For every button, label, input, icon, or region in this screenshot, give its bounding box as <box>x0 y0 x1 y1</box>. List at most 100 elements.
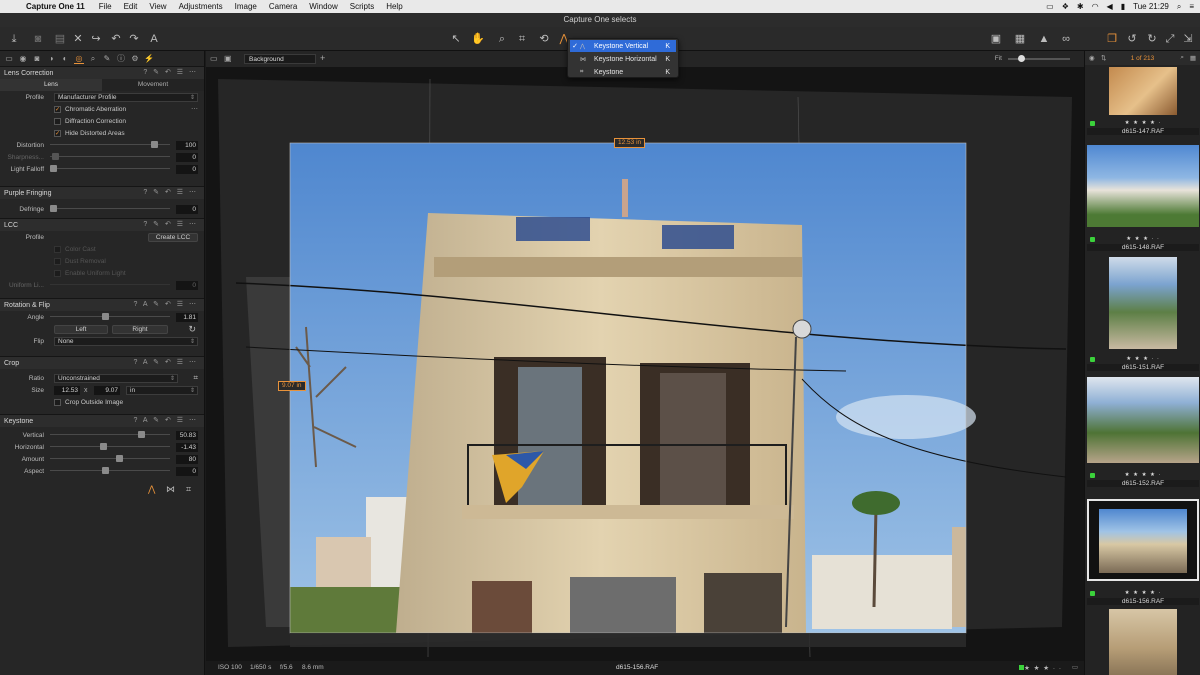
section-controls-icon[interactable]: ? ✎ ↶ ☰ ⋯ <box>143 220 198 228</box>
section-controls-icon[interactable]: ? ✎ ↶ ☰ ⋯ <box>143 68 198 76</box>
lens-correction-header[interactable]: Lens Correction ? ✎ ↶ ☰ ⋯ <box>0 67 204 79</box>
falloff-value[interactable]: 0 <box>176 164 198 174</box>
uniform-value[interactable]: 0 <box>176 280 198 290</box>
eye-icon[interactable]: ◉ <box>1089 54 1095 62</box>
crop-height-input[interactable]: 9.07 <box>94 385 120 395</box>
angle-slider[interactable] <box>50 313 170 320</box>
slider-knob[interactable] <box>138 431 145 438</box>
menu-scripts[interactable]: Scripts <box>344 2 380 11</box>
crop-ratio-icon[interactable]: ⌗ <box>193 373 198 383</box>
section-controls-icon[interactable]: ? ✎ ↶ ☰ ⋯ <box>143 188 198 196</box>
volume-icon[interactable]: ◀ <box>1107 2 1113 11</box>
tab-color-icon[interactable]: ◐ <box>60 54 70 64</box>
rotate-tool-icon[interactable]: ⟲ <box>536 31 552 47</box>
falloff-slider[interactable] <box>50 165 170 172</box>
purple-fringing-header[interactable]: Purple Fringing ? ✎ ↶ ☰ ⋯ <box>0 187 204 199</box>
screen-icon[interactable]: ▭ <box>1046 2 1054 11</box>
thumbnail-item[interactable]: ★ ★ ★ ★ · d615-156.RAF <box>1087 589 1199 675</box>
color-cast-checkbox[interactable]: Color Cast <box>54 245 96 253</box>
crop-header[interactable]: Crop ? A ✎ ↶ ☰ ⋯ <box>0 357 204 369</box>
thumbnail-item[interactable]: ★ ★ ★ · · d615-151.RAF <box>1087 257 1199 371</box>
battery-icon[interactable]: ▮ <box>1121 2 1125 11</box>
aspect-slider[interactable] <box>50 467 170 474</box>
proof-icon[interactable]: ∞ <box>1058 31 1074 47</box>
bluetooth-icon[interactable]: ✱ <box>1077 2 1084 11</box>
amount-value[interactable]: 80 <box>176 454 198 464</box>
create-lcc-button[interactable]: Create LCC <box>148 232 198 242</box>
menu-file[interactable]: File <box>93 2 118 11</box>
browser-search-icon[interactable]: ⌕ <box>1180 54 1184 62</box>
undo-icon[interactable]: ↶ <box>108 31 124 47</box>
zoom-slider[interactable] <box>1008 55 1070 62</box>
camera-icon[interactable]: ◙ <box>30 31 46 47</box>
horizontal-slider[interactable] <box>50 443 170 450</box>
exposure-warning-icon[interactable]: ▲ <box>1036 31 1052 47</box>
section-controls-icon[interactable]: ? A ✎ ↶ ☰ ⋯ <box>133 300 198 308</box>
lcc-header[interactable]: LCC ? ✎ ↶ ☰ ⋯ <box>0 219 204 231</box>
section-controls-icon[interactable]: ? A ✎ ↶ ☰ ⋯ <box>133 358 198 366</box>
thumbnail-item-selected[interactable] <box>1087 499 1199 581</box>
menu-view[interactable]: View <box>143 2 172 11</box>
horizontal-value[interactable]: -1.43 <box>176 442 198 452</box>
profile-select[interactable]: Manufacturer Profile <box>54 92 198 102</box>
delete-icon[interactable]: ✕ <box>70 31 86 47</box>
thumbnail-item[interactable]: ★ ★ ★ ★ · d615-152.RAF <box>1087 377 1199 489</box>
redo-icon[interactable]: ↷ <box>126 31 142 47</box>
vertical-value[interactable]: 50.83 <box>176 430 198 440</box>
sort-icon[interactable]: ⇅ <box>1101 54 1106 62</box>
tab-exposure-icon[interactable]: ◑ <box>46 54 56 64</box>
tab-local-icon[interactable]: ✎ <box>102 54 112 64</box>
menu-edit[interactable]: Edit <box>118 2 144 11</box>
fullscreen-icon[interactable]: ▭ <box>1072 663 1078 671</box>
slider-knob[interactable] <box>102 467 109 474</box>
tab-lens-icon[interactable]: ◎ <box>74 54 84 64</box>
distortion-value[interactable]: 100 <box>176 140 198 150</box>
single-view-icon[interactable]: ▭ <box>210 54 218 63</box>
slider-knob[interactable] <box>100 443 107 450</box>
thumbnail-stars[interactable]: ★ ★ ★ · · <box>1087 356 1199 362</box>
thumbnail-stars[interactable]: ★ ★ ★ ★ · <box>1087 590 1199 596</box>
menu-keystone-horizontal[interactable]: ⋈ Keystone Horizontal K <box>570 53 676 65</box>
tab-batch-icon[interactable]: ⚡ <box>144 54 154 64</box>
wifi-icon[interactable]: ◠ <box>1092 2 1099 11</box>
cursor-tool-icon[interactable]: ↖ <box>448 31 464 47</box>
thumbnail-item[interactable]: ★ ★ ★ · · d615-148.RAF <box>1087 145 1199 257</box>
zoom-knob[interactable] <box>1018 55 1025 62</box>
crop-width-input[interactable]: 12.53 <box>54 385 80 395</box>
clock[interactable]: Tue 21:29 <box>1133 2 1169 11</box>
rotation-header[interactable]: Rotation & Flip ? A ✎ ↶ ☰ ⋯ <box>0 299 204 311</box>
thumbnail-stars[interactable]: ★ ★ ★ · · <box>1087 236 1199 242</box>
menu-adjustments[interactable]: Adjustments <box>173 2 229 11</box>
keystone-horizontal-icon[interactable]: ⋈ <box>166 484 175 495</box>
hide-distorted-checkbox[interactable]: ✓ Hide Distorted Areas <box>54 129 125 137</box>
tab-camera-icon[interactable]: ◙ <box>32 54 42 64</box>
sharpness-slider[interactable] <box>50 153 170 160</box>
app-menu[interactable]: Capture One 11 <box>24 2 93 11</box>
menu-image[interactable]: Image <box>229 2 263 11</box>
tab-library-icon[interactable]: ▭ <box>4 54 14 64</box>
keystone-full-icon[interactable]: ⌗ <box>186 484 191 495</box>
section-controls-icon[interactable]: ? A ✎ ↶ ☰ ⋯ <box>133 416 198 424</box>
tab-capture-icon[interactable]: ◉ <box>18 54 28 64</box>
defringe-slider[interactable] <box>50 205 170 212</box>
crop-tool-icon[interactable]: ⌗ <box>514 31 530 47</box>
share-icon[interactable]: ⇲ <box>1180 31 1196 47</box>
redo-all-icon[interactable]: ↪ <box>88 31 104 47</box>
tab-movement[interactable]: Movement <box>102 79 204 91</box>
background-select[interactable]: Background <box>244 54 316 64</box>
rotate-freehand-icon[interactable]: ↻ <box>188 324 196 335</box>
copy-adjustments-icon[interactable]: ❐ <box>1104 31 1120 47</box>
more-icon[interactable]: ⋯ <box>191 105 198 113</box>
multi-view-icon[interactable]: ▣ <box>224 54 232 63</box>
apply-icon[interactable]: ⤢ <box>1162 31 1178 47</box>
ratio-select[interactable]: Unconstrained <box>54 373 178 383</box>
menu-keystone[interactable]: ⌗ Keystone K <box>570 66 676 78</box>
refresh-icon[interactable]: ↻ <box>1144 31 1160 47</box>
viewer-icon[interactable]: ▣ <box>988 31 1004 47</box>
vertical-slider[interactable] <box>50 431 170 438</box>
tab-details-icon[interactable]: ⌕ <box>88 54 98 64</box>
tab-lens[interactable]: Lens <box>0 79 102 91</box>
fit-label[interactable]: Fit <box>995 55 1002 62</box>
browser-grid-icon[interactable]: ▦ <box>1190 54 1196 62</box>
keystone-vertical-icon[interactable]: ⋀ <box>148 484 155 495</box>
